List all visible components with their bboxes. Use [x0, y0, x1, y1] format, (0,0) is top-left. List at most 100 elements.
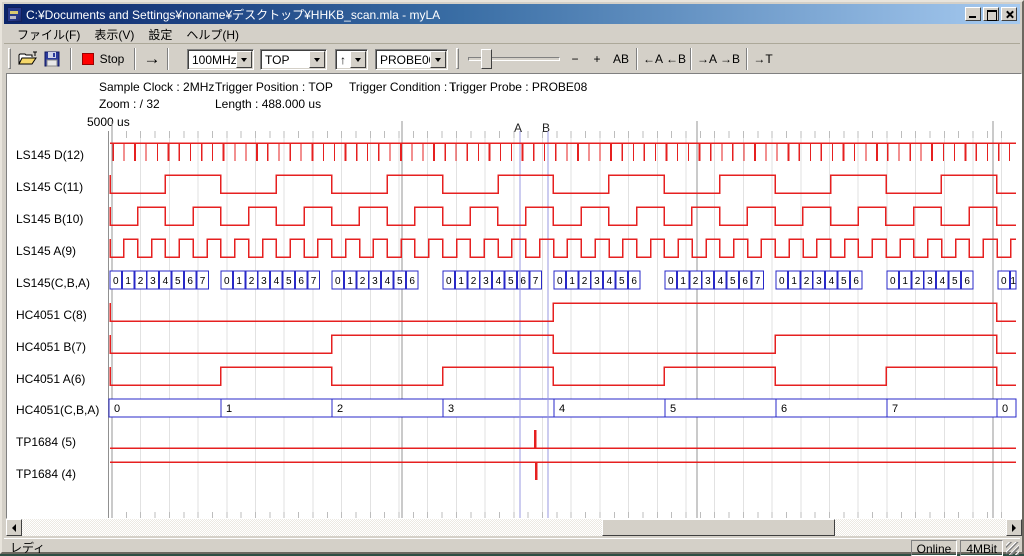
svg-text:4: 4 [385, 276, 391, 287]
svg-text:1: 1 [1010, 276, 1016, 287]
svg-text:1: 1 [791, 276, 797, 287]
chevron-down-icon[interactable] [430, 51, 446, 68]
save-file-button[interactable] [42, 48, 66, 70]
zoom-in-button[interactable]: + [588, 48, 606, 70]
menu-item-0[interactable]: ファイル(F) [10, 24, 87, 45]
svg-text:3: 3 [150, 276, 156, 287]
scroll-left-button[interactable] [6, 519, 22, 536]
zoom-ab-button[interactable]: AB [609, 48, 633, 70]
menubar: ファイル(F)表示(V)設定ヘルプ(H) [4, 25, 1020, 44]
goto-b-right-button[interactable]: →B [719, 48, 741, 70]
svg-text:7: 7 [892, 403, 898, 415]
statusbar: レディ Online 4MBit [4, 538, 1020, 556]
trigger-position-select[interactable]: TOP [260, 49, 327, 70]
channel-label-9: TP1684 (5) [16, 435, 76, 449]
svg-text:3: 3 [372, 276, 378, 287]
svg-text:6: 6 [409, 276, 415, 287]
trigger-position-text: Trigger Position : TOP [215, 80, 333, 94]
svg-text:0: 0 [114, 403, 120, 415]
titlebar[interactable]: C:¥Documents and Settings¥noname¥デスクトップ¥… [4, 4, 1020, 24]
chevron-down-icon[interactable] [350, 51, 366, 68]
svg-text:3: 3 [594, 276, 600, 287]
svg-text:5: 5 [841, 276, 847, 287]
svg-text:3: 3 [927, 276, 933, 287]
toolbar-separator-5 [746, 48, 748, 70]
minimize-icon[interactable] [965, 7, 981, 21]
svg-text:2: 2 [138, 276, 144, 287]
svg-text:5: 5 [952, 276, 958, 287]
horizontal-scrollbar[interactable] [6, 519, 1022, 536]
zoom-out-button[interactable]: − [566, 48, 584, 70]
chevron-down-icon[interactable] [309, 51, 325, 68]
svg-text:1: 1 [680, 276, 686, 287]
svg-text:6: 6 [964, 276, 970, 287]
channel-label-10: TP1684 (4) [16, 467, 76, 481]
waveform-plot[interactable]: 0123456701234567012345601234567012345601… [108, 115, 1018, 519]
app-icon [7, 7, 22, 22]
length-text: Length : 488.000 us [215, 97, 321, 111]
svg-text:4: 4 [559, 403, 565, 415]
svg-text:4: 4 [829, 276, 835, 287]
scrollbar-thumb[interactable] [602, 519, 835, 536]
svg-text:0: 0 [1001, 276, 1007, 287]
svg-text:1: 1 [458, 276, 464, 287]
waveform-client-area: Sample Clock : 2MHz Zoom : / 32 Trigger … [6, 73, 1022, 519]
svg-text:0: 0 [446, 276, 452, 287]
svg-text:6: 6 [742, 276, 748, 287]
menu-item-1[interactable]: 表示(V) [87, 24, 141, 45]
channel-label-1: LS145 C(11) [16, 180, 83, 194]
open-file-button[interactable] [16, 48, 40, 70]
svg-text:2: 2 [804, 276, 810, 287]
svg-text:6: 6 [520, 276, 526, 287]
zoom-slider-thumb[interactable] [481, 49, 492, 69]
sample-clock-text: Sample Clock : 2MHz [99, 80, 214, 94]
goto-a-left-button[interactable]: ←A [642, 48, 664, 70]
app-window: C:¥Documents and Settings¥noname¥デスクトップ¥… [0, 0, 1024, 554]
svg-text:4: 4 [163, 276, 169, 287]
resize-grip[interactable] [1006, 542, 1019, 555]
svg-text:0: 0 [668, 276, 674, 287]
clock-select-value: 100MHz [188, 53, 236, 67]
clock-select[interactable]: 100MHz [187, 49, 254, 70]
svg-text:3: 3 [483, 276, 489, 287]
svg-text:4: 4 [940, 276, 946, 287]
trigger-edge-select-value: ↑ [336, 53, 350, 67]
goto-a-right-button[interactable]: →A [696, 48, 718, 70]
toolbar-separator-4 [690, 48, 692, 70]
trigger-edge-select[interactable]: ↑ [335, 49, 368, 70]
svg-text:6: 6 [781, 403, 787, 415]
menu-item-2[interactable]: 設定 [141, 24, 179, 45]
close-icon[interactable] [1001, 7, 1017, 21]
probe-select[interactable]: PROBE00 [375, 49, 448, 70]
stop-button[interactable]: Stop [76, 48, 130, 70]
svg-text:6: 6 [187, 276, 193, 287]
chevron-down-icon[interactable] [236, 51, 252, 68]
channel-label-4: LS145(C,B,A) [16, 276, 90, 290]
svg-text:2: 2 [471, 276, 477, 287]
svg-text:6: 6 [631, 276, 637, 287]
svg-text:4: 4 [496, 276, 502, 287]
svg-text:0: 0 [335, 276, 341, 287]
svg-text:6: 6 [298, 276, 304, 287]
svg-text:5: 5 [670, 403, 676, 415]
svg-text:5: 5 [730, 276, 736, 287]
toolbar-grip-1[interactable] [456, 48, 459, 69]
svg-text:5: 5 [397, 276, 403, 287]
scroll-right-button[interactable] [1006, 519, 1022, 536]
svg-text:4: 4 [274, 276, 280, 287]
goto-b-left-button[interactable]: ←B [665, 48, 687, 70]
status-memory-badge: 4MBit [960, 540, 1003, 556]
maximize-icon[interactable] [983, 7, 999, 21]
svg-text:4: 4 [607, 276, 613, 287]
zoom-slider[interactable] [468, 57, 560, 61]
toolbar-grip-0[interactable] [8, 48, 11, 69]
goto-trigger-button[interactable]: →T [752, 48, 774, 70]
run-button[interactable]: → [139, 48, 165, 70]
svg-text:7: 7 [533, 276, 539, 287]
zoom-text: Zoom : / 32 [99, 97, 160, 111]
stop-label: Stop [100, 52, 125, 66]
scroll-right-arrow-icon [1012, 524, 1016, 532]
menu-item-3[interactable]: ヘルプ(H) [179, 24, 246, 45]
svg-text:3: 3 [448, 403, 454, 415]
svg-text:0: 0 [779, 276, 785, 287]
